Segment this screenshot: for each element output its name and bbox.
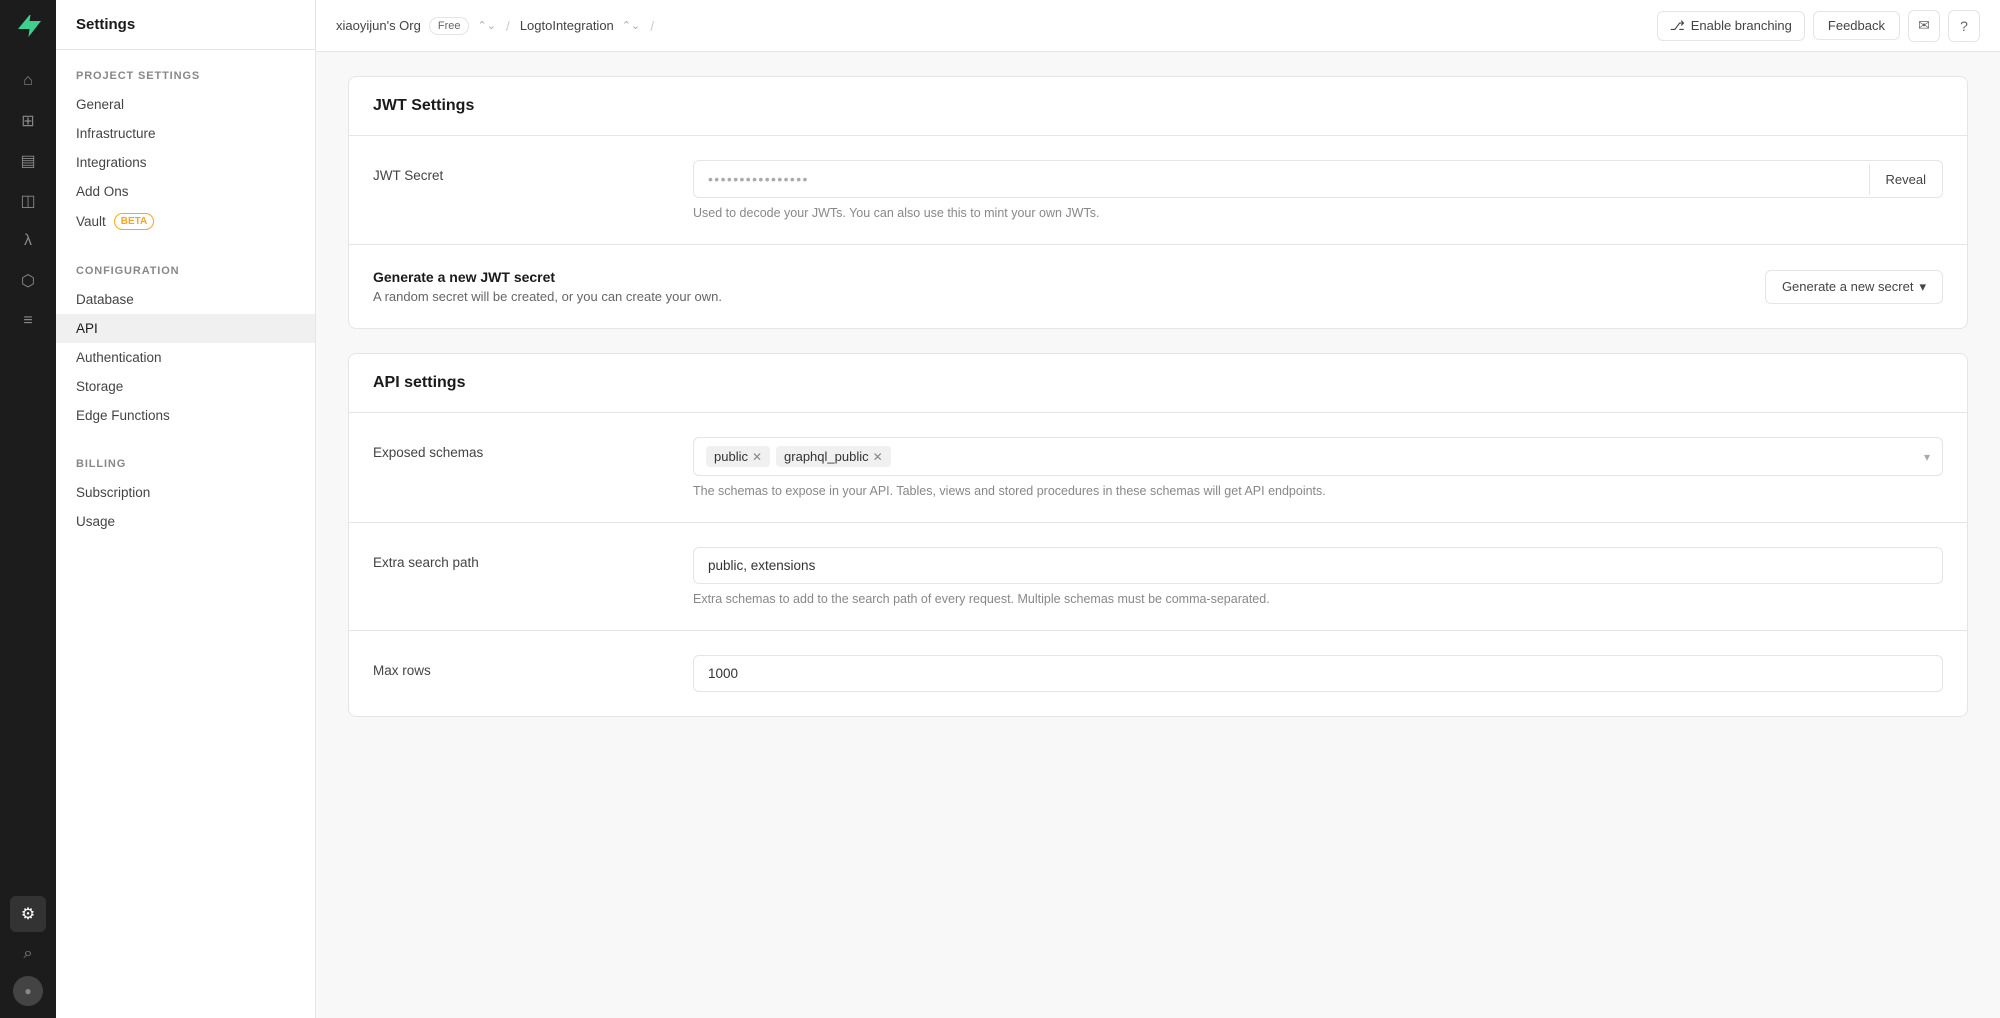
jwt-settings-header: JWT Settings [349, 77, 1967, 136]
nav-settings-icon[interactable]: ⚙ [10, 896, 46, 932]
extra-search-path-hint: Extra schemas to add to the search path … [693, 592, 1943, 606]
nav-storage-icon[interactable]: ◫ [10, 183, 46, 219]
extra-search-path-row: Extra search path Extra schemas to add t… [349, 523, 1967, 631]
exposed-schemas-row: Exposed schemas public ✕ graphql_public … [349, 413, 1967, 523]
api-settings-title: API settings [373, 374, 1943, 392]
topbar-project-chevron-icon[interactable]: ⌃⌄ [622, 19, 640, 32]
sidebar-item-storage[interactable]: Storage [56, 372, 315, 401]
sidebar-item-subscription[interactable]: Subscription [56, 478, 315, 507]
max-rows-input[interactable] [693, 655, 1943, 692]
sidebar-title: Settings [56, 0, 315, 50]
vault-beta-badge: BETA [114, 213, 154, 230]
nav-functions-icon[interactable]: λ [10, 223, 46, 259]
main-content: xiaoyijun's Org Free ⌃⌄ / LogtoIntegrati… [316, 0, 2000, 1018]
sidebar-item-api[interactable]: API [56, 314, 315, 343]
topbar-right: ⎇ Enable branching Feedback ✉ ? [1657, 10, 1980, 42]
jwt-settings-card: JWT Settings JWT Secret Reveal Used to d… [348, 76, 1968, 329]
topbar-sep-1: / [506, 18, 510, 34]
nav-home-icon[interactable]: ⌂ [10, 63, 46, 99]
topbar-org-name[interactable]: xiaoyijun's Org [336, 18, 421, 33]
api-settings-header: API settings [349, 354, 1967, 413]
extra-search-path-label: Extra search path [373, 547, 693, 570]
billing-label: BILLING [56, 458, 315, 478]
jwt-secret-hint: Used to decode your JWTs. You can also u… [693, 206, 1943, 220]
app-logo[interactable] [14, 12, 42, 43]
generate-secret-label: Generate a new secret [1782, 279, 1914, 294]
exposed-schemas-label: Exposed schemas [373, 437, 693, 460]
sidebar-item-vault[interactable]: Vault BETA [56, 206, 315, 237]
extra-search-path-input[interactable] [693, 547, 1943, 584]
sidebar-item-general[interactable]: General [56, 90, 315, 119]
nav-editor-icon[interactable]: ▤ [10, 143, 46, 179]
generate-chevron-icon: ▾ [1919, 279, 1926, 295]
configuration-label: CONFIGURATION [56, 265, 315, 285]
topbar-plan-badge[interactable]: Free [429, 17, 470, 35]
jwt-settings-title: JWT Settings [373, 97, 1943, 115]
exposed-schemas-content: public ✕ graphql_public ✕ ▾ The schemas … [693, 437, 1943, 498]
api-settings-card: API settings Exposed schemas public ✕ gr… [348, 353, 1968, 717]
topbar-project-name[interactable]: LogtoIntegration [520, 18, 614, 33]
topbar-org-chevron-icon[interactable]: ⌃⌄ [477, 19, 495, 32]
nav-logs-icon[interactable]: ≡ [10, 303, 46, 339]
nav-search-icon[interactable]: ⌕ [10, 936, 46, 972]
help-icon-button[interactable]: ? [1948, 10, 1980, 42]
mail-icon-button[interactable]: ✉ [1908, 10, 1940, 42]
exposed-schemas-hint: The schemas to expose in your API. Table… [693, 484, 1943, 498]
schema-tag-public: public ✕ [706, 446, 770, 467]
reveal-button[interactable]: Reveal [1869, 164, 1942, 195]
project-settings-label: PROJECT SETTINGS [56, 70, 315, 90]
sidebar-item-authentication[interactable]: Authentication [56, 343, 315, 372]
sidebar-item-integrations[interactable]: Integrations [56, 148, 315, 177]
sidebar-item-usage[interactable]: Usage [56, 507, 315, 536]
extra-search-path-content: Extra schemas to add to the search path … [693, 547, 1943, 606]
topbar: xiaoyijun's Org Free ⌃⌄ / LogtoIntegrati… [316, 0, 2000, 52]
generate-secret-text: Generate a new JWT secret A random secre… [373, 269, 1749, 304]
jwt-secret-content: Reveal Used to decode your JWTs. You can… [693, 160, 1943, 220]
sidebar-item-infrastructure[interactable]: Infrastructure [56, 119, 315, 148]
configuration-section: CONFIGURATION Database API Authenticatio… [56, 245, 315, 438]
nav-table-icon[interactable]: ⊞ [10, 103, 46, 139]
jwt-secret-input[interactable] [694, 161, 1869, 197]
sidebar-item-database[interactable]: Database [56, 285, 315, 314]
content-area: JWT Settings JWT Secret Reveal Used to d… [316, 52, 2000, 1018]
sidebar-item-addons[interactable]: Add Ons [56, 177, 315, 206]
jwt-secret-input-wrapper: Reveal [693, 160, 1943, 198]
nav-reports-icon[interactable]: ⬡ [10, 263, 46, 299]
jwt-secret-label: JWT Secret [373, 160, 693, 183]
sidebar-item-edge-functions[interactable]: Edge Functions [56, 401, 315, 430]
max-rows-row: Max rows [349, 631, 1967, 716]
generate-secret-row: Generate a new JWT secret A random secre… [349, 245, 1967, 328]
jwt-secret-row: JWT Secret Reveal Used to decode your JW… [349, 136, 1967, 245]
branch-label: Enable branching [1691, 18, 1792, 33]
project-settings-section: PROJECT SETTINGS General Infrastructure … [56, 50, 315, 245]
nav-profile-icon[interactable]: ● [13, 976, 43, 1006]
generate-secret-title: Generate a new JWT secret [373, 269, 1749, 285]
enable-branching-button[interactable]: ⎇ Enable branching [1657, 11, 1805, 41]
schema-tag-public-remove[interactable]: ✕ [752, 451, 762, 463]
schema-tag-graphql-label: graphql_public [784, 449, 869, 464]
schemas-chevron-icon: ▾ [1924, 450, 1930, 464]
generate-new-secret-button[interactable]: Generate a new secret ▾ [1765, 270, 1943, 304]
icon-sidebar: ⌂ ⊞ ▤ ◫ λ ⬡ ≡ ⚙ ⌕ ● [0, 0, 56, 1018]
schema-tag-graphql-remove[interactable]: ✕ [873, 451, 883, 463]
branch-icon: ⎇ [1670, 18, 1685, 34]
max-rows-content [693, 655, 1943, 692]
feedback-button[interactable]: Feedback [1813, 11, 1900, 40]
nav-sidebar: Settings PROJECT SETTINGS General Infras… [56, 0, 316, 1018]
billing-section: BILLING Subscription Usage [56, 438, 315, 544]
generate-secret-desc: A random secret will be created, or you … [373, 289, 1749, 304]
schemas-input-wrapper[interactable]: public ✕ graphql_public ✕ ▾ [693, 437, 1943, 476]
schema-tag-graphql-public: graphql_public ✕ [776, 446, 891, 467]
max-rows-label: Max rows [373, 655, 693, 678]
schema-tag-public-label: public [714, 449, 748, 464]
topbar-sep-2: / [650, 18, 654, 34]
